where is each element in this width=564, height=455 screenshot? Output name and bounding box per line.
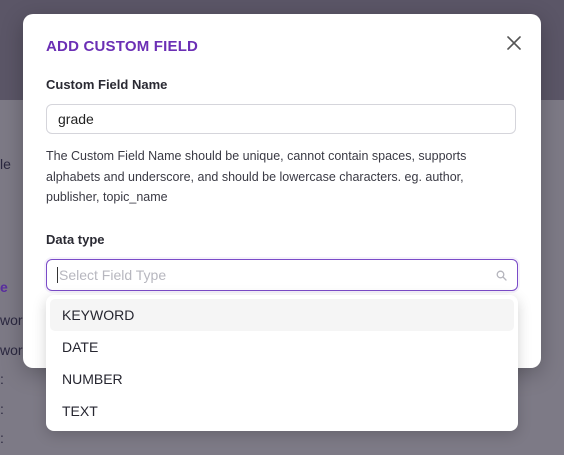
custom-field-name-value: grade: [58, 111, 94, 127]
data-type-dropdown: KEYWORD DATE NUMBER TEXT: [46, 295, 518, 431]
custom-field-name-input[interactable]: grade: [46, 104, 516, 134]
text-caret: [57, 267, 58, 283]
data-type-select[interactable]: Select Field Type: [46, 259, 518, 291]
dropdown-option-keyword[interactable]: KEYWORD: [50, 299, 514, 331]
dropdown-option-date[interactable]: DATE: [50, 331, 514, 363]
dropdown-option-number[interactable]: NUMBER: [50, 363, 514, 395]
background-text-fragment: e: [0, 279, 8, 295]
background-text-fragment: :: [0, 430, 4, 446]
dropdown-option-text[interactable]: TEXT: [50, 395, 514, 427]
background-text-fragment: :: [0, 371, 4, 387]
background-text-fragment: :: [0, 401, 4, 417]
background-text-fragment: wor: [0, 312, 23, 328]
close-button[interactable]: [503, 32, 525, 54]
custom-field-name-label: Custom Field Name: [46, 77, 168, 92]
background-text-fragment: le: [0, 156, 11, 172]
data-type-label: Data type: [46, 232, 105, 247]
custom-field-name-helper-text: The Custom Field Name should be unique, …: [46, 149, 467, 204]
modal-title: ADD CUSTOM FIELD: [46, 38, 199, 55]
background-text-fragment: wor: [0, 342, 23, 358]
close-icon: [507, 36, 521, 50]
data-type-placeholder: Select Field Type: [59, 267, 167, 283]
search-icon: [495, 269, 507, 281]
